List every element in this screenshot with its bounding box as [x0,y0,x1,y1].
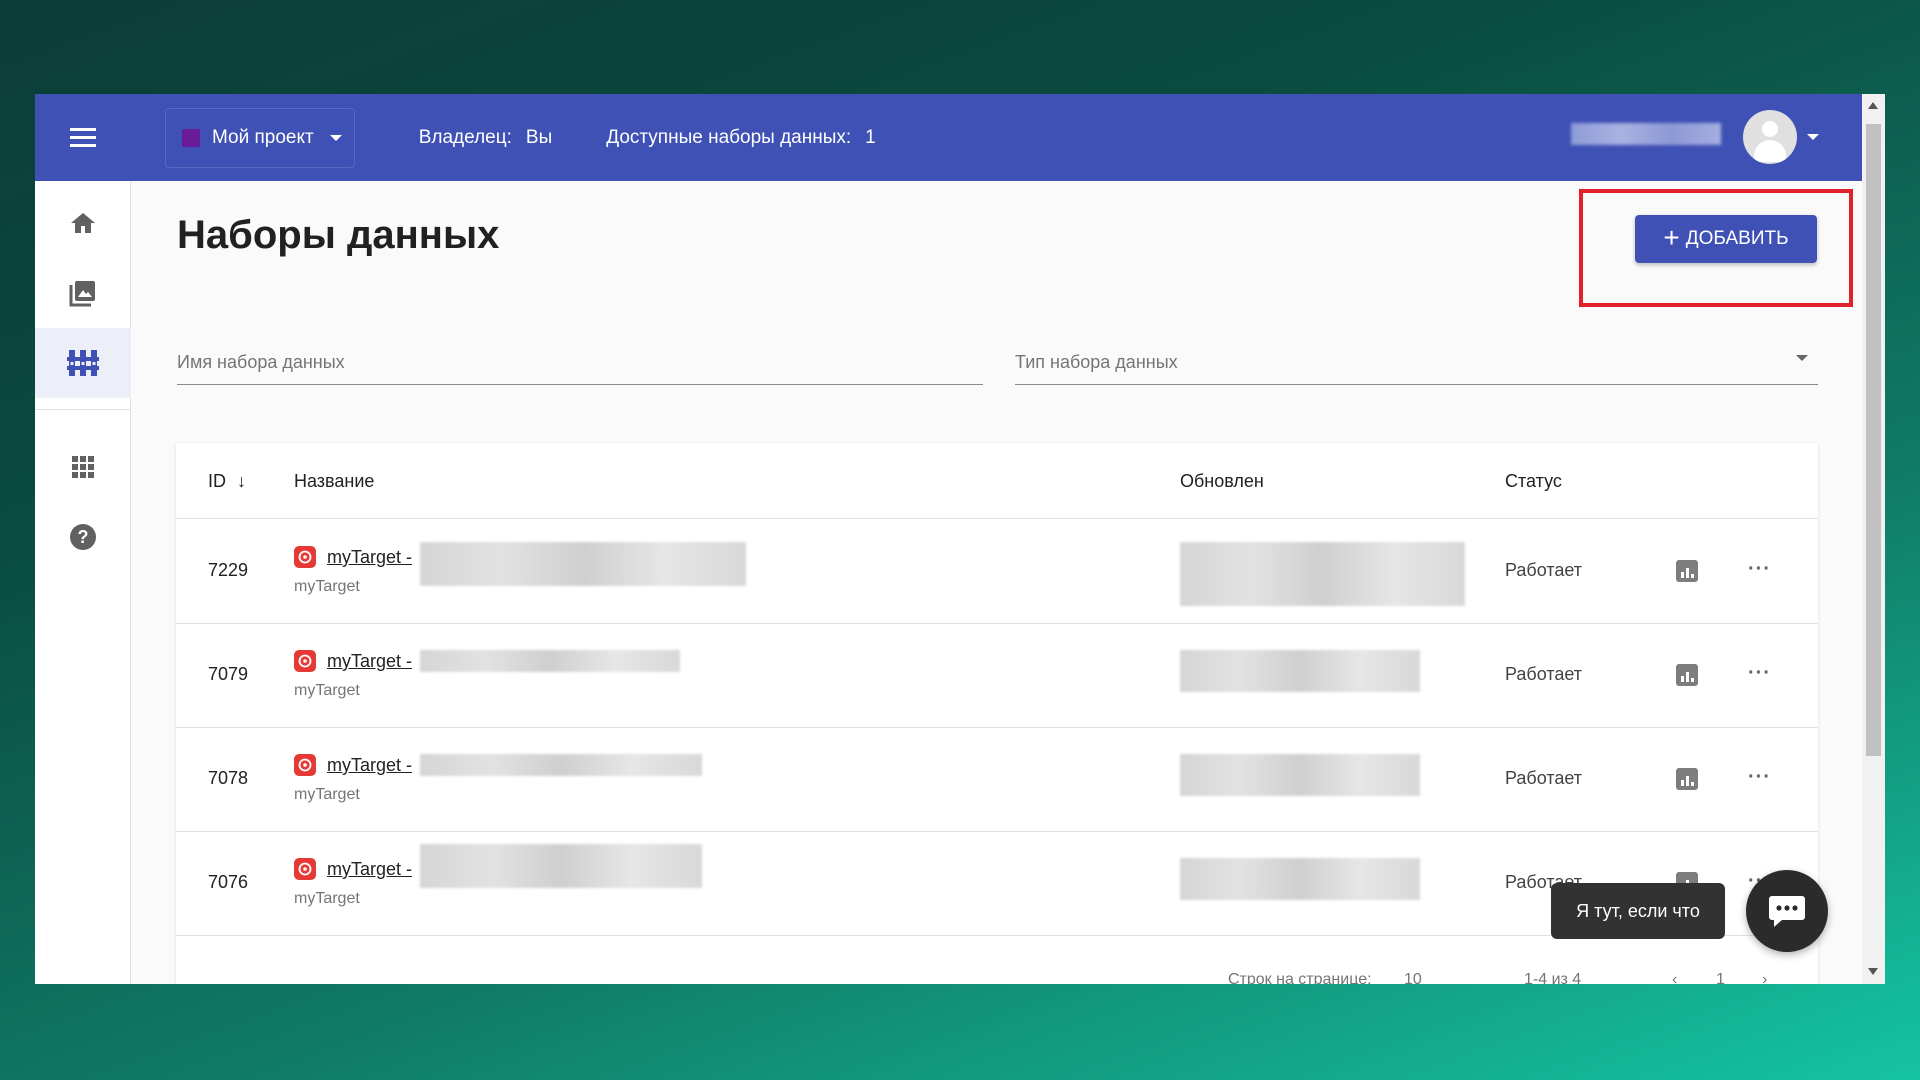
help-icon: ? [70,524,96,550]
chevron-down-icon [329,134,342,141]
main-content: Наборы данных + ДОБАВИТЬ ID ↓ Название О… [131,181,1862,984]
apps-grid-icon [72,456,94,478]
sidebar: ? [35,181,131,984]
redacted-updated [1180,858,1420,900]
status-text: Работает [1505,664,1583,684]
table-row[interactable]: 7079 myTarget - myTarget Работает ··· [176,624,1818,728]
table-row[interactable]: 7229 myTarget - myTarget Работает ··· [176,520,1818,624]
prev-page-icon[interactable]: ‹ [1672,971,1677,984]
sidebar-item-apps[interactable] [35,432,131,502]
chevron-down-icon[interactable] [1796,355,1808,361]
column-name[interactable]: Название [294,471,374,492]
status-text: Работает [1505,560,1583,580]
redacted-name [420,754,702,776]
user-menu-chevron-icon[interactable] [1807,134,1819,140]
avatar[interactable] [1743,110,1797,164]
sidebar-item-datasets[interactable] [35,328,131,398]
mytarget-logo-icon [294,858,316,880]
plus-icon: + [1663,221,1680,253]
datasets-count-info: Доступные наборы данных: 1 [606,127,876,149]
dataset-name-link[interactable]: myTarget - [327,859,412,880]
dataset-name-link[interactable]: myTarget - [327,755,412,776]
chart-icon[interactable] [1676,560,1698,582]
chart-icon[interactable] [1676,768,1698,790]
column-updated[interactable]: Обновлен [1180,471,1264,492]
scrollbar[interactable] [1862,94,1885,984]
table-row[interactable]: 7078 myTarget - myTarget Работает ··· [176,728,1818,832]
dataset-name-filter [177,341,983,385]
more-options-icon[interactable]: ··· [1748,558,1771,581]
chat-bubble-icon [1769,896,1805,927]
svg-text:?: ? [78,527,89,547]
redacted-name [420,650,680,672]
add-button-label: ДОБАВИТЬ [1685,228,1789,249]
add-dataset-button[interactable]: + ДОБАВИТЬ [1635,215,1817,263]
datasets-count-value: 1 [865,126,876,148]
redacted-name [420,542,746,586]
owner-label: Владелец: [418,126,512,148]
project-color-swatch [182,128,200,147]
hamburger-icon [70,136,96,139]
dataset-source: myTarget [294,578,360,595]
dataset-source: myTarget [294,890,360,907]
dataset-name-link[interactable]: myTarget - [327,547,412,568]
column-status[interactable]: Статус [1505,471,1562,492]
redacted-updated [1180,754,1420,796]
page-range: 1-4 из 4 [1524,971,1582,984]
mytarget-logo-icon [294,650,316,672]
column-id-label: ID [208,471,226,491]
dataset-source: myTarget [294,786,360,803]
project-selector[interactable]: Мой проект [165,107,355,168]
home-icon [71,213,95,233]
dataset-name-link[interactable]: myTarget - [327,651,412,672]
page-number: 1 [1716,971,1725,984]
column-id[interactable]: ID ↓ [208,471,246,492]
row-id: 7229 [208,560,249,580]
row-id: 7079 [208,664,249,684]
sort-arrow-down-icon: ↓ [237,471,247,491]
dataset-source: myTarget [294,682,360,699]
datasets-count-label: Доступные наборы данных: [606,126,852,148]
redacted-updated [1180,542,1465,606]
datasets-icon [67,350,99,376]
dataset-name-input[interactable] [177,341,983,384]
menu-button[interactable] [35,94,131,181]
sidebar-item-home[interactable] [35,188,131,258]
dataset-type-select[interactable] [1015,341,1818,384]
top-bar: Мой проект Владелец: Вы Доступные наборы … [35,94,1862,181]
dataset-type-filter [1015,341,1818,385]
table-header: ID ↓ Название Обновлен Статус [176,443,1818,519]
more-options-icon[interactable]: ··· [1748,766,1771,789]
scroll-up-icon[interactable] [1868,102,1878,109]
more-options-icon[interactable]: ··· [1748,662,1771,685]
row-id: 7076 [208,872,249,892]
images-icon [69,281,95,307]
page-title: Наборы данных [177,213,500,257]
chat-tooltip: Я тут, если что [1551,883,1725,939]
user-name-redacted [1571,123,1721,145]
redacted-name [420,844,702,888]
rows-per-page-select[interactable]: 10 [1404,971,1422,984]
sidebar-divider [35,409,131,410]
project-label: Мой проект [212,126,314,148]
scroll-down-icon[interactable] [1868,968,1878,975]
sidebar-item-images[interactable] [35,258,131,328]
chart-icon[interactable] [1676,664,1698,686]
mytarget-logo-icon [294,546,316,568]
owner-value: Вы [525,126,553,148]
person-icon [1762,121,1778,137]
app-window: Мой проект Владелец: Вы Доступные наборы … [35,94,1885,984]
row-id: 7078 [208,768,249,788]
sidebar-item-help[interactable]: ? [35,502,131,572]
pagination: Строк на странице: 10 1-4 из 4 ‹ 1 › [176,967,1818,984]
chat-button[interactable] [1746,870,1828,952]
status-text: Работает [1505,768,1583,788]
owner-info: Владелец: Вы [419,127,553,149]
redacted-updated [1180,650,1420,692]
scroll-thumb[interactable] [1866,124,1881,756]
mytarget-logo-icon [294,754,316,776]
rows-per-page-label: Строк на странице: [1228,971,1372,984]
next-page-icon[interactable]: › [1762,971,1767,984]
